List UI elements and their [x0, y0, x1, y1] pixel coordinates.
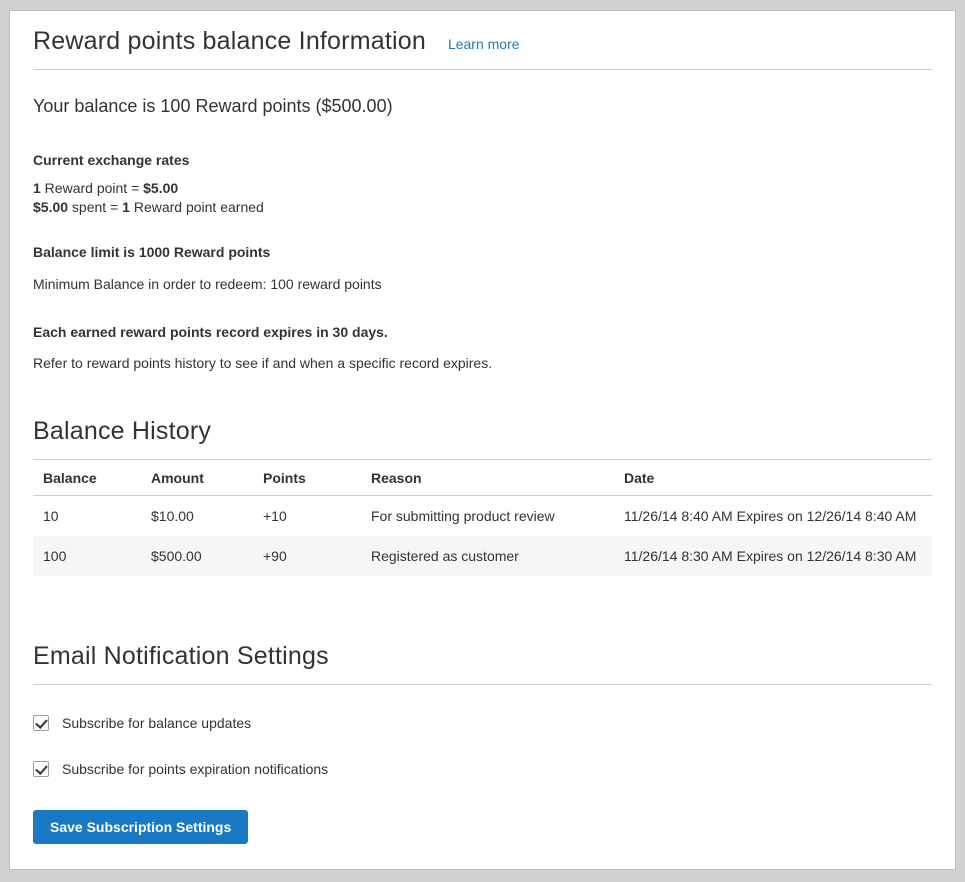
expiration-note: Refer to reward points history to see if…	[33, 355, 932, 371]
cell-reason: For submitting product review	[361, 496, 614, 537]
minimum-redeem-text: Minimum Balance in order to redeem: 100 …	[33, 276, 932, 292]
cell-amount: $10.00	[141, 496, 253, 537]
balance-summary: Your balance is 100 Reward points ($500.…	[33, 96, 932, 117]
points-expiration-checkbox[interactable]	[33, 761, 49, 777]
expiration-heading: Each earned reward points record expires…	[33, 324, 932, 340]
column-header-balance: Balance	[33, 460, 141, 496]
cell-balance: 10	[33, 496, 141, 537]
cell-points: +90	[253, 536, 361, 576]
table-body: 10 $10.00 +10 For submitting product rev…	[33, 496, 932, 577]
page-header: Reward points balance Information Learn …	[33, 11, 932, 56]
column-header-points: Points	[253, 460, 361, 496]
balance-history-table: Balance Amount Points Reason Date 10 $10…	[33, 459, 932, 576]
cell-points: +10	[253, 496, 361, 537]
balance-limit-heading: Balance limit is 1000 Reward points	[33, 244, 932, 260]
page-background: { "header": { "title": "Reward points ba…	[0, 10, 965, 870]
page-title: Reward points balance Information	[33, 27, 426, 56]
column-header-amount: Amount	[141, 460, 253, 496]
balance-updates-label[interactable]: Subscribe for balance updates	[62, 715, 251, 731]
cell-date: 11/26/14 8:30 AM Expires on 12/26/14 8:3…	[614, 536, 932, 576]
balance-updates-option: Subscribe for balance updates	[33, 715, 932, 731]
email-notification-title: Email Notification Settings	[33, 642, 932, 671]
table-row: 100 $500.00 +90 Registered as customer 1…	[33, 536, 932, 576]
balance-updates-checkbox[interactable]	[33, 715, 49, 731]
cell-amount: $500.00	[141, 536, 253, 576]
table-row: 10 $10.00 +10 For submitting product rev…	[33, 496, 932, 537]
rate1-points: 1	[33, 180, 41, 196]
column-header-date: Date	[614, 460, 932, 496]
rate2-amount: $5.00	[33, 199, 68, 215]
table-header-row: Balance Amount Points Reason Date	[33, 460, 932, 496]
cell-reason: Registered as customer	[361, 536, 614, 576]
rate2-text: spent =	[68, 199, 122, 215]
learn-more-link[interactable]: Learn more	[448, 36, 520, 52]
rate2-tail: Reward point earned	[130, 199, 264, 215]
rate1-text: Reward point =	[41, 180, 143, 196]
balance-history-title: Balance History	[33, 417, 932, 446]
exchange-rates-lines: 1 Reward point = $5.00 $5.00 spent = 1 R…	[33, 179, 932, 217]
cell-balance: 100	[33, 536, 141, 576]
reward-info-card: Reward points balance Information Learn …	[9, 10, 956, 870]
rate2-points: 1	[122, 199, 130, 215]
exchange-rate-line-1: 1 Reward point = $5.00	[33, 179, 932, 198]
column-header-reason: Reason	[361, 460, 614, 496]
notification-divider	[33, 684, 932, 685]
save-subscription-button[interactable]: Save Subscription Settings	[33, 810, 248, 844]
exchange-rates-heading: Current exchange rates	[33, 152, 932, 168]
rate1-amount: $5.00	[143, 180, 178, 196]
points-expiration-label[interactable]: Subscribe for points expiration notifica…	[62, 761, 328, 777]
header-divider	[33, 69, 932, 70]
points-expiration-option: Subscribe for points expiration notifica…	[33, 761, 932, 777]
exchange-rate-line-2: $5.00 spent = 1 Reward point earned	[33, 198, 932, 217]
cell-date: 11/26/14 8:40 AM Expires on 12/26/14 8:4…	[614, 496, 932, 537]
table-header: Balance Amount Points Reason Date	[33, 460, 932, 496]
